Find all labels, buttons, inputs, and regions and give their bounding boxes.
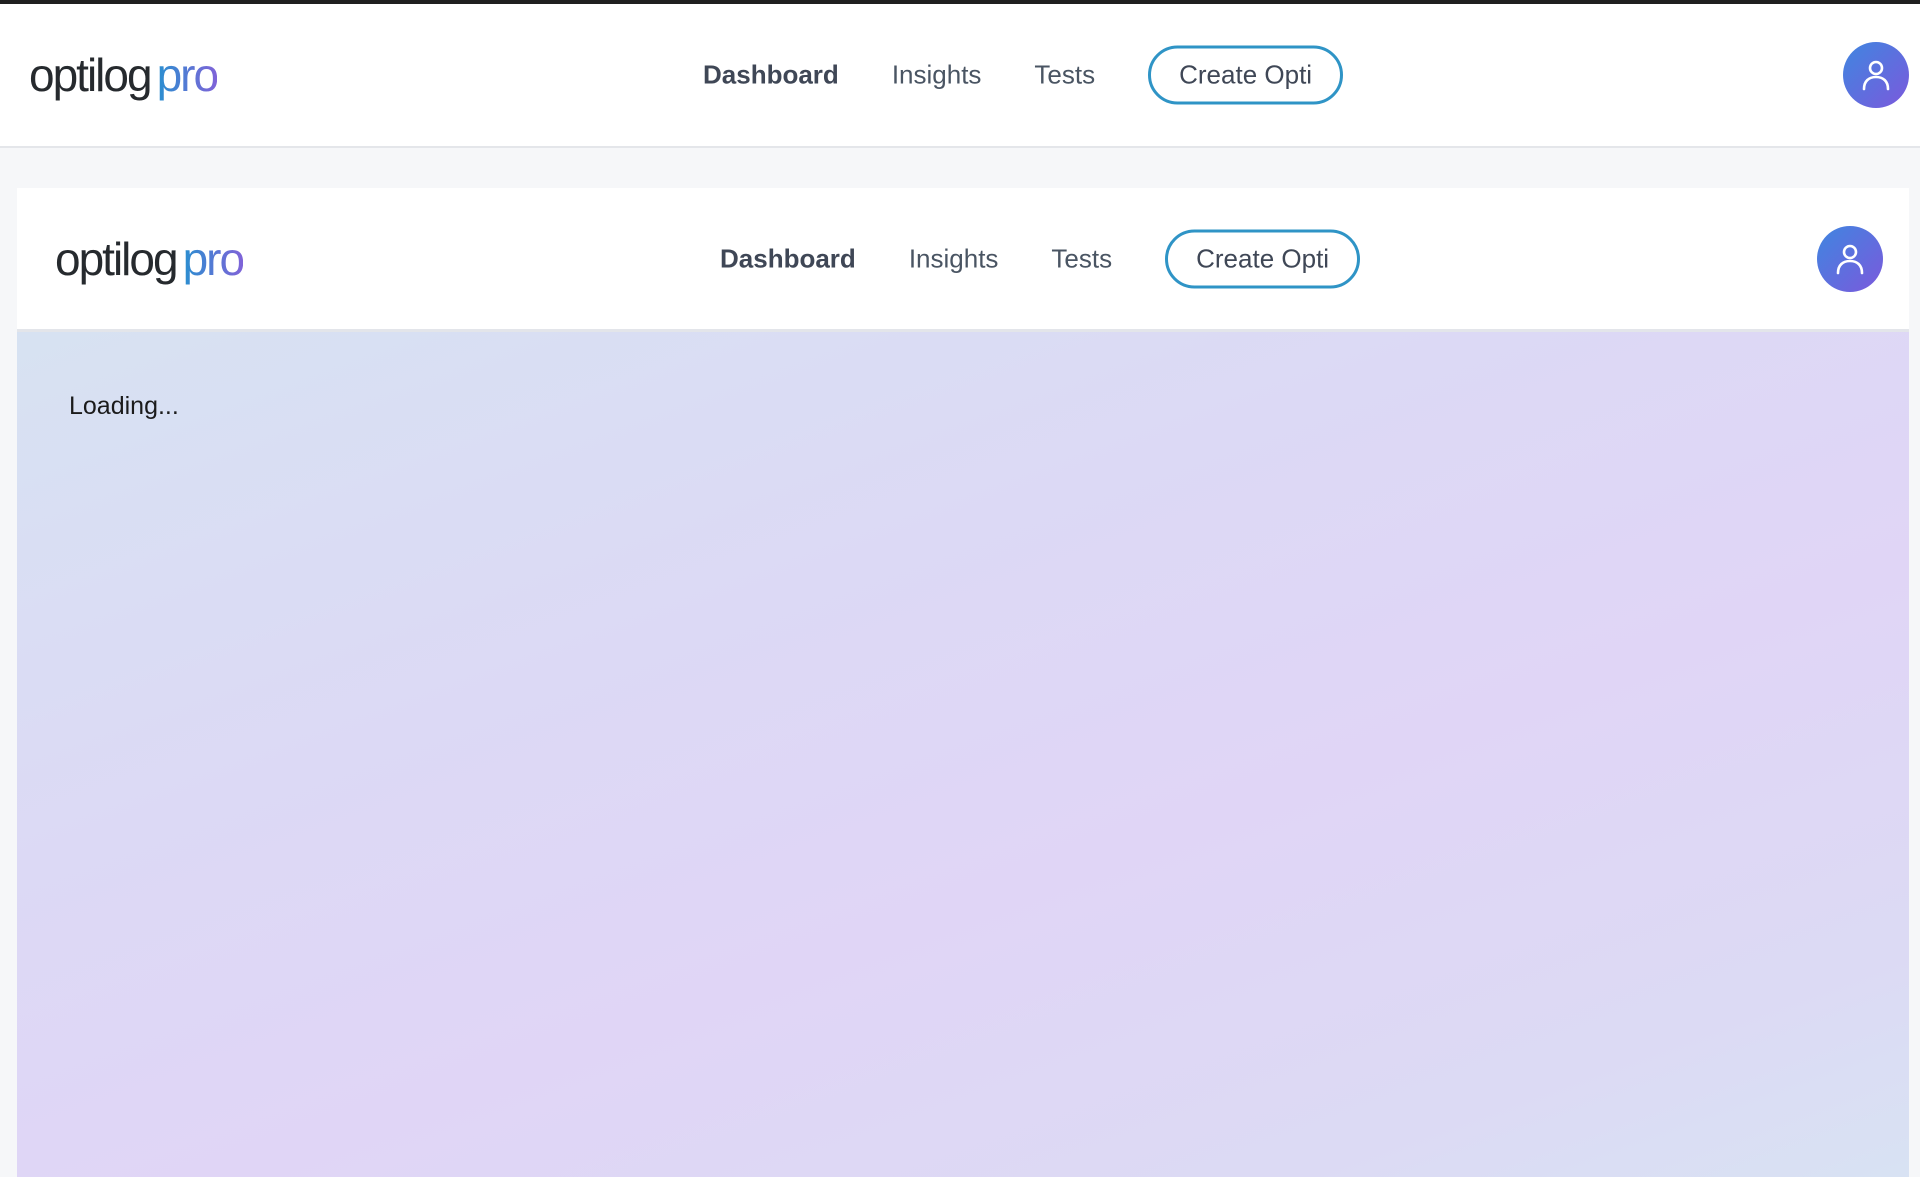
user-icon [1862, 60, 1890, 91]
nav-tests-link[interactable]: Tests [1034, 60, 1095, 91]
nav-dashboard-link[interactable]: Dashboard [720, 243, 856, 274]
nav-insights-link[interactable]: Insights [892, 60, 982, 91]
top-navbar: optilog pro Dashboard Insights Tests Crea… [0, 4, 1920, 148]
logo-wordmark: optilog [55, 232, 179, 285]
user-avatar-button[interactable] [1843, 42, 1909, 108]
app-logo[interactable]: optilog pro [29, 49, 220, 101]
nav-dashboard-link[interactable]: Dashboard [703, 60, 839, 91]
create-opti-button[interactable]: Create Opti [1148, 45, 1344, 105]
user-avatar-button[interactable] [1817, 225, 1883, 292]
user-icon [1836, 244, 1864, 274]
loading-status: Loading... [69, 392, 179, 420]
embedded-primary-nav: Dashboard Insights Tests Create Opti [720, 229, 1361, 288]
logo-pro-mark: pro [156, 49, 220, 101]
nav-insights-link[interactable]: Insights [909, 243, 999, 274]
main-content: Loading... [17, 332, 1909, 1177]
logo-wordmark: optilog [29, 49, 153, 101]
create-opti-button[interactable]: Create Opti [1165, 229, 1361, 288]
embedded-app-logo[interactable]: optilog pro [55, 232, 246, 285]
embedded-navbar: optilog pro Dashboard Insights Tests Crea… [17, 188, 1909, 332]
primary-nav: Dashboard Insights Tests Create Opti [703, 45, 1344, 105]
nav-tests-link[interactable]: Tests [1051, 243, 1112, 274]
logo-pro-mark: pro [182, 232, 246, 285]
